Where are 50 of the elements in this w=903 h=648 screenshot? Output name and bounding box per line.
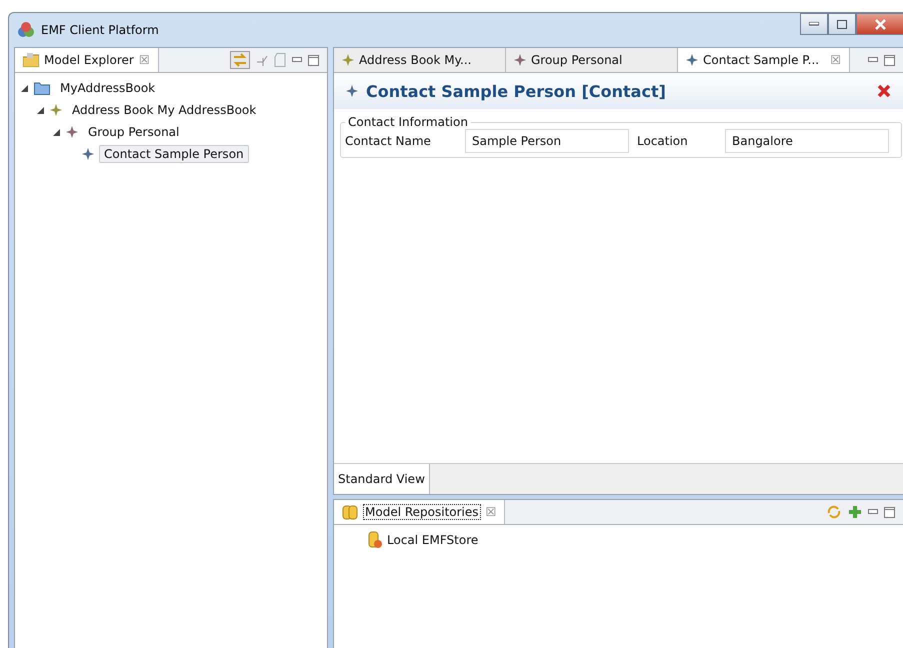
field-label: Location bbox=[637, 134, 689, 148]
minimize-icon[interactable] bbox=[868, 57, 878, 63]
text-field[interactable]: Bangalore bbox=[725, 129, 889, 153]
close-icon bbox=[874, 18, 886, 30]
view-tab[interactable]: Model Repositories ☒ bbox=[334, 500, 506, 524]
tree-item[interactable]: Contact Sample Person bbox=[99, 145, 249, 163]
close-icon[interactable]: ☒ bbox=[486, 505, 496, 519]
minimize-window-button[interactable] bbox=[800, 13, 828, 35]
delete-icon[interactable] bbox=[877, 84, 891, 98]
view-tab[interactable]: Model Explorer ☒ bbox=[15, 48, 159, 72]
diamond-icon bbox=[686, 54, 698, 66]
folder-icon bbox=[34, 82, 50, 94]
add-icon[interactable] bbox=[848, 505, 862, 519]
text-field[interactable]: Sample Person bbox=[465, 129, 629, 153]
maximize-icon bbox=[837, 20, 847, 28]
diamond-icon bbox=[82, 148, 94, 160]
diamond-icon bbox=[342, 54, 354, 66]
maximize-icon[interactable] bbox=[884, 506, 895, 518]
database-icon bbox=[368, 531, 382, 549]
database-icon bbox=[342, 504, 358, 520]
minimize-icon bbox=[809, 22, 819, 26]
field-label: Contact Name bbox=[345, 134, 432, 148]
diamond-icon bbox=[514, 54, 526, 66]
expanded-arrow-icon[interactable] bbox=[53, 128, 60, 136]
maximize-icon[interactable] bbox=[308, 54, 319, 66]
app-logo-icon bbox=[17, 21, 35, 39]
maximize-window-button[interactable] bbox=[828, 13, 856, 35]
close-window-button[interactable] bbox=[856, 13, 903, 35]
tree-item[interactable]: Address Book My AddressBook bbox=[67, 101, 262, 119]
maximize-icon[interactable] bbox=[884, 54, 895, 66]
close-icon[interactable]: ☒ bbox=[138, 53, 150, 67]
diamond-icon bbox=[50, 104, 62, 116]
editor-tab[interactable]: Address Book My... bbox=[334, 48, 506, 72]
tree-item[interactable]: Group Personal bbox=[83, 123, 184, 141]
tree-item[interactable]: MyAddressBook bbox=[55, 79, 160, 97]
diamond-icon bbox=[66, 126, 78, 138]
section-title: Contact Information bbox=[347, 115, 469, 129]
window-title: EMF Client Platform bbox=[41, 23, 159, 37]
minimize-icon[interactable] bbox=[868, 509, 878, 515]
close-icon[interactable]: ☒ bbox=[830, 53, 841, 67]
editor-tab[interactable]: Contact Sample P... ☒ bbox=[678, 48, 850, 72]
expanded-arrow-icon[interactable] bbox=[21, 84, 28, 92]
editor-tab[interactable]: Group Personal bbox=[506, 48, 678, 72]
repository-item[interactable]: Local EMFStore bbox=[387, 533, 478, 547]
expanded-arrow-icon[interactable] bbox=[37, 106, 44, 114]
minimize-icon[interactable] bbox=[292, 57, 302, 63]
editor-heading: Contact Sample Person [Contact] bbox=[366, 82, 666, 100]
diamond-icon bbox=[346, 85, 358, 97]
view-tab[interactable]: Standard View bbox=[334, 464, 430, 494]
link-arrows-icon[interactable] bbox=[230, 51, 250, 69]
